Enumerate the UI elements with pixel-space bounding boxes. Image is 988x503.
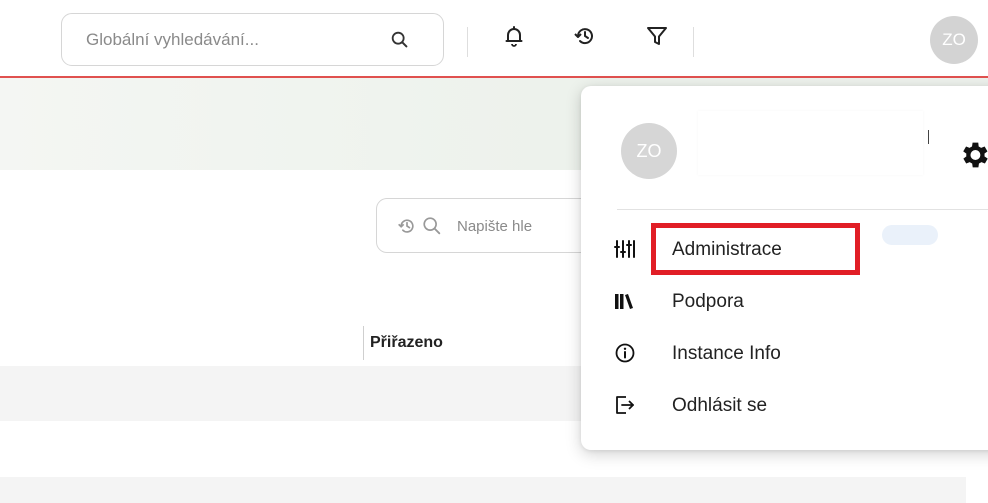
menu-item-logout[interactable]: Odhlásit se (581, 381, 988, 429)
menu-item-instance-info[interactable]: Instance Info (581, 329, 988, 377)
menu-item-label: Podpora (672, 291, 744, 312)
table-row[interactable] (0, 477, 966, 503)
user-menu-avatar: ZO (621, 123, 677, 179)
top-header: ZO (0, 0, 988, 78)
gear-icon[interactable] (957, 138, 988, 172)
column-header-assigned[interactable]: Přiřazeno (370, 334, 443, 352)
user-menu-user-info (698, 111, 923, 175)
global-search[interactable] (61, 13, 444, 66)
menu-item-label: Odhlásit se (672, 395, 768, 416)
history-icon[interactable] (573, 24, 597, 48)
user-menu-dropdown: ZO Administrace Podpora Instance Info Od… (581, 86, 988, 450)
user-menu-divider (617, 209, 988, 210)
menu-item-podpora[interactable]: Podpora (581, 277, 988, 325)
search-history-icon[interactable] (397, 216, 417, 236)
toolbar-divider (693, 27, 694, 57)
toolbar-divider (467, 27, 468, 57)
tools-icon (614, 240, 635, 258)
blurred-button (882, 225, 938, 245)
user-menu-separator (928, 130, 929, 144)
search-icon[interactable] (389, 29, 411, 51)
global-search-input[interactable] (86, 28, 346, 52)
logout-icon (616, 396, 634, 414)
info-icon (615, 343, 635, 363)
search-icon (423, 217, 441, 235)
menu-item-label: Administrace (672, 239, 782, 260)
user-avatar[interactable]: ZO (930, 16, 978, 64)
column-resize-handle[interactable] (363, 326, 364, 360)
bell-icon[interactable] (502, 24, 526, 48)
filter-icon[interactable] (645, 24, 669, 48)
books-icon (615, 294, 633, 309)
menu-item-label: Instance Info (672, 343, 781, 364)
